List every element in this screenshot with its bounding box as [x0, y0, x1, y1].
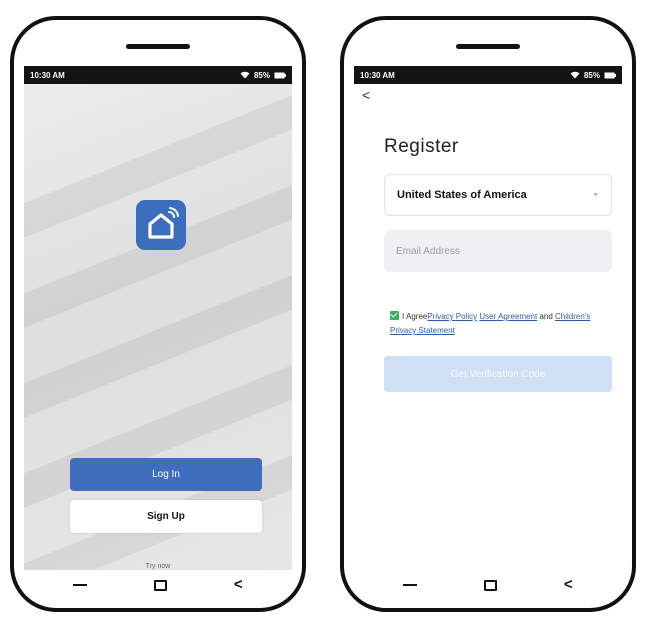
battery-icon — [604, 72, 616, 79]
status-time: 10:30 AM — [30, 70, 65, 80]
agree-prefix: I Agree — [402, 312, 428, 321]
status-bar: 10:30 AM 85% — [24, 66, 292, 84]
splash-background — [24, 66, 292, 570]
speaker-slot — [456, 44, 520, 49]
back-nav-icon[interactable]: < — [234, 577, 243, 592]
status-icons: 85% — [240, 71, 286, 80]
battery-icon — [274, 72, 286, 79]
status-icons: 85% — [570, 71, 616, 80]
agree-and: and — [539, 312, 553, 321]
country-value: United States of America — [397, 189, 527, 201]
splash-screen: 10:30 AM 85% Log In Sign Up Try now — [24, 66, 292, 570]
battery-percent: 85% — [253, 70, 270, 80]
get-verification-code-button[interactable]: Get Verification Code — [384, 356, 612, 392]
wifi-icon — [570, 71, 580, 79]
agree-checkbox[interactable] — [390, 311, 399, 320]
back-nav-icon[interactable]: < — [564, 577, 573, 592]
page-title: Register — [384, 136, 459, 157]
signup-button[interactable]: Sign Up — [70, 500, 262, 533]
register-screen: 10:30 AM 85% < Register United States of… — [354, 66, 622, 570]
status-bar: 10:30 AM 85% — [354, 66, 622, 84]
wifi-icon — [240, 71, 250, 79]
email-field[interactable] — [384, 230, 612, 272]
user-agreement-link[interactable]: User Agreement — [479, 312, 537, 321]
chevron-down-icon: ▼ — [592, 191, 599, 199]
phone-frame-left: 10:30 AM 85% Log In Sign Up Try now < — [10, 16, 306, 612]
try-now-link[interactable]: Try now — [24, 563, 292, 570]
minus-nav-icon[interactable] — [403, 584, 418, 586]
country-select[interactable]: United States of America ▼ — [384, 174, 612, 216]
back-arrow-icon[interactable]: < — [362, 88, 370, 102]
home-nav-icon[interactable] — [484, 579, 498, 591]
login-button[interactable]: Log In — [70, 458, 262, 491]
phone-frame-right: 10:30 AM 85% < Register United States of… — [340, 16, 636, 612]
privacy-policy-link[interactable]: Privacy Policy — [427, 312, 477, 321]
smart-home-icon — [136, 200, 186, 250]
speaker-slot — [126, 44, 190, 49]
status-time: 10:30 AM — [360, 70, 395, 80]
home-nav-icon[interactable] — [154, 579, 168, 591]
battery-percent: 85% — [583, 70, 600, 80]
navigation-bar: < — [344, 562, 632, 608]
minus-nav-icon[interactable] — [73, 584, 88, 586]
agreement-text: I AgreePrivacy Policy User Agreement and… — [390, 310, 616, 338]
